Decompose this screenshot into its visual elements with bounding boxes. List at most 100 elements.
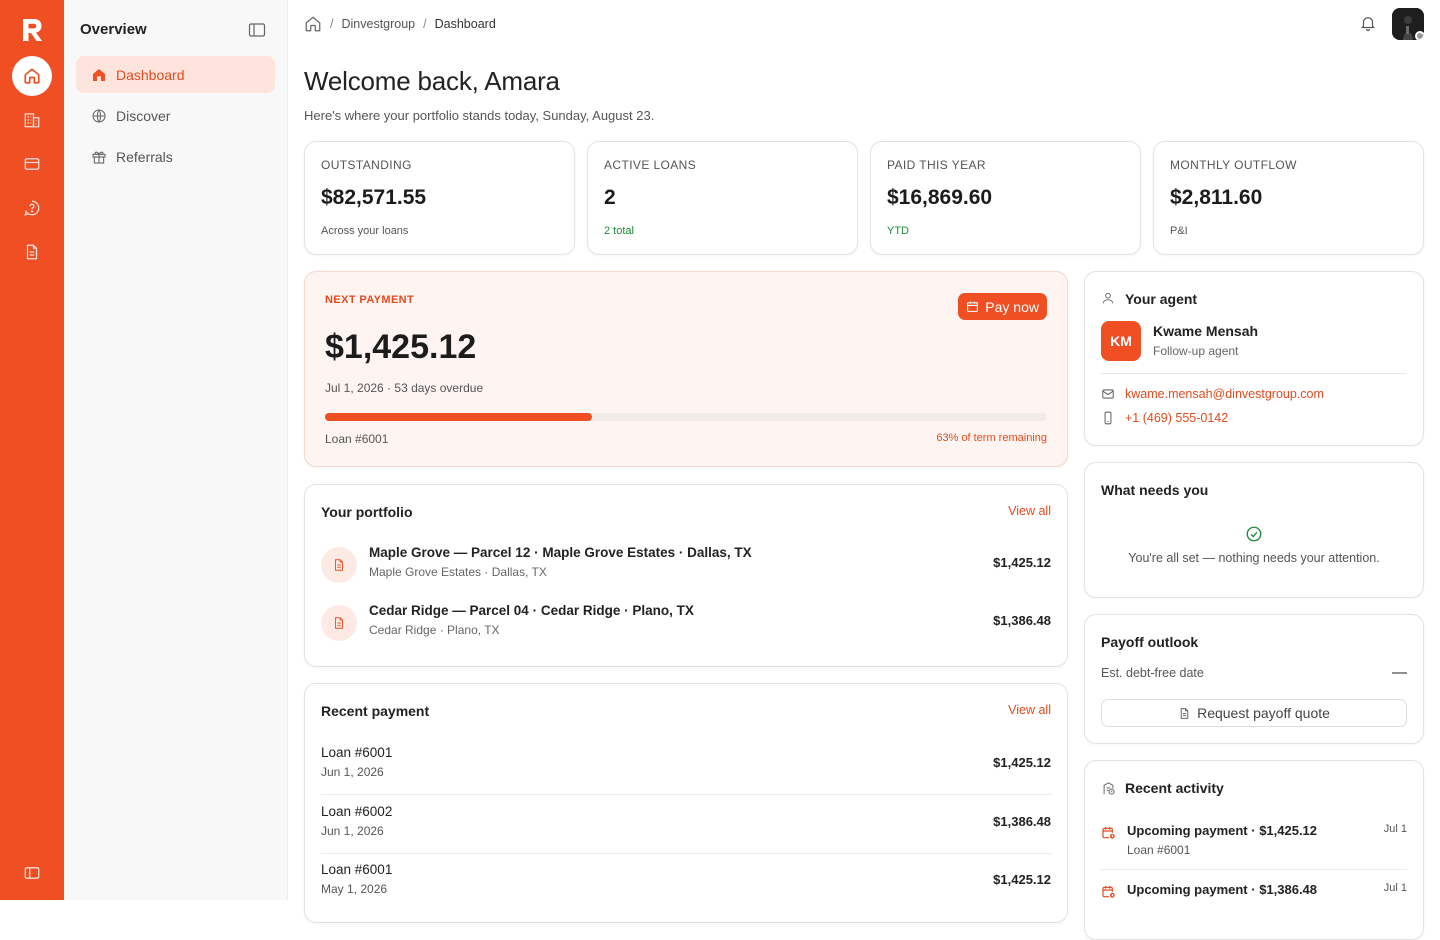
needs-message: You're all set — nothing needs your atte… — [1128, 551, 1380, 565]
stat-card-outstanding: OUTSTANDING $82,571.55 Across your loans — [304, 141, 575, 255]
portfolio-item-location: Maple Grove Estates · Dallas, TX — [369, 565, 547, 579]
home-icon — [24, 68, 40, 84]
term-progress-fill — [325, 413, 593, 421]
payment-amount: $1,386.48 — [993, 814, 1051, 829]
portfolio-item-amount: $1,386.48 — [993, 613, 1051, 628]
rail-help-button[interactable] — [12, 188, 52, 228]
payment-date: Jun 1, 2026 — [321, 765, 384, 779]
next-payment-loan: Loan #6001 — [325, 432, 389, 446]
user-icon — [1101, 291, 1115, 305]
stat-note: P&I — [1170, 225, 1188, 237]
calendar-icon — [967, 301, 979, 312]
home-icon[interactable] — [304, 15, 322, 33]
breadcrumb-separator: / — [330, 17, 334, 31]
payment-amount: $1,425.12 — [993, 755, 1051, 770]
portfolio-item[interactable]: Maple Grove — Parcel 12 · Maple Grove Es… — [321, 545, 1051, 585]
agent-phone-link[interactable]: +1 (469) 555-0142 — [1101, 411, 1228, 425]
portfolio-item-amount: $1,425.12 — [993, 555, 1051, 570]
status-dot — [1415, 31, 1424, 40]
rail-home-button[interactable] — [12, 56, 52, 96]
payment-loan: Loan #6002 — [321, 804, 393, 819]
portfolio-title: Your portfolio — [321, 504, 413, 520]
breadcrumb-org[interactable]: Dinvestgroup — [341, 17, 415, 31]
activity-item[interactable]: Upcoming payment · $1,386.48 Jul 1 — [1101, 882, 1407, 940]
request-payoff-quote-button[interactable]: Request payoff quote — [1101, 699, 1407, 727]
globe-icon — [90, 107, 108, 125]
payment-row[interactable]: Loan #6002 Jun 1, 2026 $1,386.48 — [321, 796, 1051, 854]
payment-row[interactable]: Loan #6001 May 1, 2026 $1,425.12 — [321, 854, 1051, 912]
calendar-clock-icon — [1101, 825, 1117, 841]
payment-date: Jun 1, 2026 — [321, 824, 384, 838]
panel-toggle-icon — [248, 23, 266, 37]
agent-title: Your agent — [1125, 291, 1198, 307]
agent-card: Your agent KM Kwame Mensah Follow-up age… — [1084, 271, 1424, 446]
phone-icon — [1104, 411, 1112, 425]
stat-card-monthly-outflow: MONTHLY OUTFLOW $2,811.60 P&I — [1153, 141, 1424, 255]
activity-item[interactable]: Upcoming payment · $1,425.12 Loan #6001 … — [1101, 823, 1407, 881]
pay-now-button[interactable]: Pay now — [958, 293, 1047, 320]
pay-now-label: Pay now — [985, 298, 1039, 315]
portfolio-view-all-link[interactable]: View all — [1008, 504, 1051, 518]
app-rail — [0, 0, 64, 900]
sidebar-item-label: Referrals — [116, 148, 173, 165]
payoff-card: Payoff outlook Est. debt-free date — Req… — [1084, 614, 1424, 744]
document-icon — [1180, 707, 1189, 719]
notifications-button[interactable] — [1359, 14, 1377, 32]
divider — [1101, 869, 1407, 870]
sidebar-toggle-button[interactable] — [248, 22, 266, 38]
needs-card: What needs you You're all set — nothing … — [1084, 462, 1424, 598]
payoff-label: Est. debt-free date — [1101, 666, 1204, 680]
stat-label: ACTIVE LOANS — [604, 158, 697, 172]
activity-item-date: Jul 1 — [1383, 882, 1407, 894]
stat-note: 2 total — [604, 225, 634, 237]
sidebar-item-dashboard[interactable]: Dashboard — [76, 56, 275, 93]
payment-loan: Loan #6001 — [321, 745, 393, 760]
agent-avatar: KM — [1101, 321, 1141, 361]
next-payment-label: NEXT PAYMENT — [325, 294, 415, 306]
brand-logo[interactable] — [21, 17, 43, 43]
check-circle-icon — [1245, 525, 1263, 543]
help-icon — [24, 200, 40, 216]
overdue-status: 53 days overdue — [394, 381, 484, 395]
activity-item-date: Jul 1 — [1383, 823, 1407, 835]
stat-label: OUTSTANDING — [321, 158, 412, 172]
payoff-title: Payoff outlook — [1101, 634, 1199, 650]
page-title: Welcome back, Amara — [304, 66, 560, 96]
activity-icon — [1101, 781, 1116, 796]
rail-documents-button[interactable] — [12, 232, 52, 272]
next-payment-card: NEXT PAYMENT Pay now $1,425.12 Jul 1, 20… — [304, 271, 1068, 467]
bell-icon — [1361, 17, 1375, 32]
building-icon — [24, 113, 40, 128]
payoff-date-row: Est. debt-free date — — [1101, 664, 1407, 681]
sidebar-item-referrals[interactable]: Referrals — [76, 138, 275, 175]
home-icon — [90, 66, 108, 84]
avatar[interactable] — [1392, 8, 1424, 40]
rail-properties-button[interactable] — [12, 100, 52, 140]
sidebar-item-label: Dashboard — [116, 66, 185, 83]
stat-card-paid-this-year: PAID THIS YEAR $16,869.60 YTD — [870, 141, 1141, 255]
document-icon — [26, 244, 38, 260]
activity-item-title: Upcoming payment · $1,386.48 — [1127, 882, 1318, 897]
portfolio-item[interactable]: Cedar Ridge — Parcel 04 · Cedar Ridge · … — [321, 603, 1051, 643]
divider — [1101, 373, 1407, 374]
activity-item-sub: Loan #6001 — [1127, 843, 1191, 857]
rail-collapse-button[interactable] — [12, 853, 52, 893]
sidebar: Overview Dashboard Discover Referrals — [64, 0, 288, 900]
portfolio-item-location: Cedar Ridge · Plano, TX — [369, 623, 500, 637]
next-payment-date: Jul 1, 2026 · 53 days overdue — [325, 381, 484, 395]
sidebar-item-discover[interactable]: Discover — [76, 97, 275, 134]
gift-icon — [90, 148, 108, 166]
payment-row[interactable]: Loan #6001 Jun 1, 2026 $1,425.12 — [321, 737, 1051, 795]
breadcrumb-separator: / — [423, 17, 427, 31]
stat-value: 2 — [604, 186, 616, 209]
rail-payments-button[interactable] — [12, 144, 52, 184]
agent-email-link[interactable]: kwame.mensah@dinvestgroup.com — [1101, 387, 1324, 401]
recent-payment-view-all-link[interactable]: View all — [1008, 703, 1051, 717]
payment-date: May 1, 2026 — [321, 882, 388, 896]
next-payment-amount: $1,425.12 — [325, 328, 477, 366]
stat-label: MONTHLY OUTFLOW — [1170, 158, 1297, 172]
recent-payment-title: Recent payment — [321, 703, 430, 719]
activity-card: Recent activity Upcoming payment · $1,42… — [1084, 760, 1424, 940]
stat-card-active-loans: ACTIVE LOANS 2 2 total — [587, 141, 858, 255]
portfolio-item-title: Cedar Ridge — Parcel 04 · Cedar Ridge · … — [369, 603, 694, 618]
